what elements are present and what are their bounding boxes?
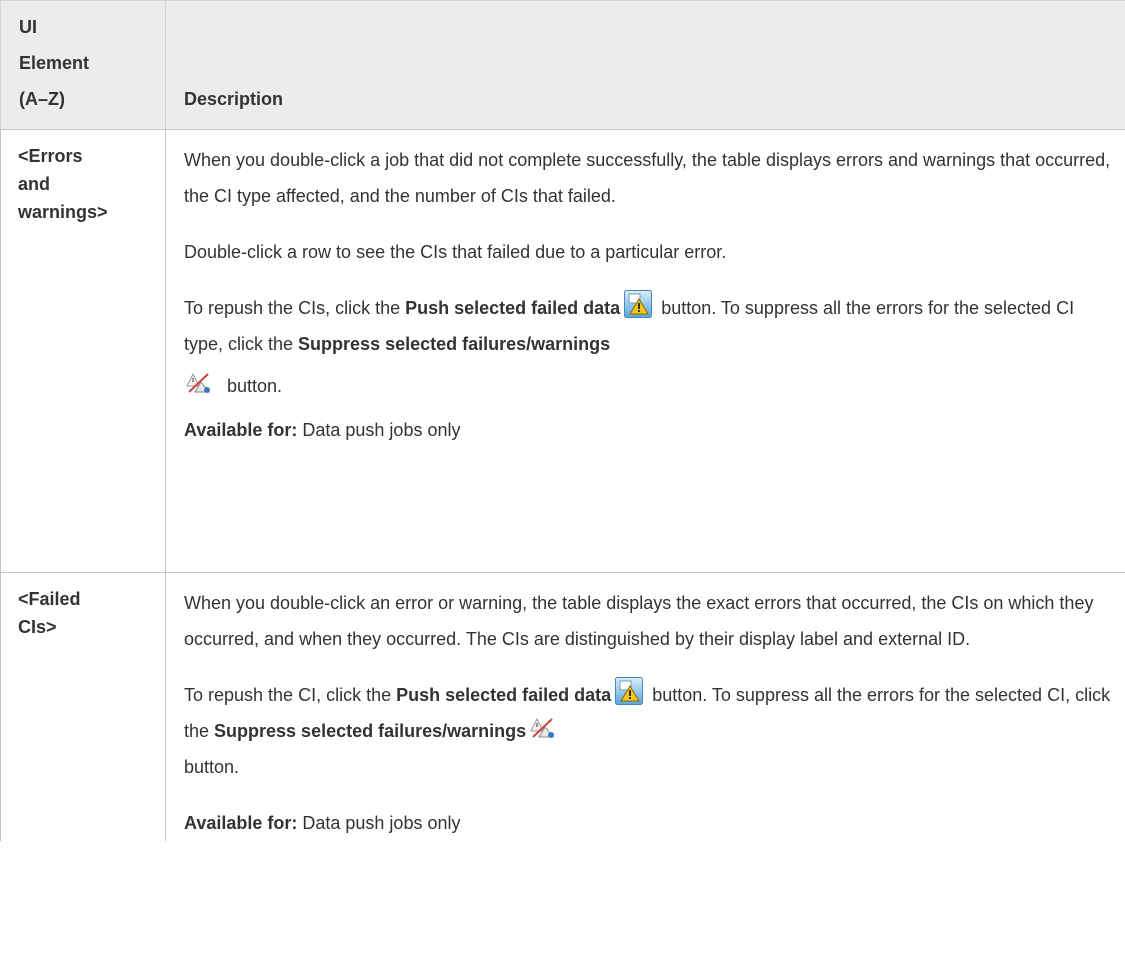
header-col1-line1: UI [19,17,37,37]
text-run: button. [184,757,240,777]
text-run: To repush the CIs, click the [184,298,406,318]
description-cell: When you double-click a job that did not… [165,129,1125,573]
table-header-row: UI Element (A–Z) Description [0,0,1125,130]
text-run: button. [222,376,283,396]
table-row: <Errors and warnings> When you double-clic… [0,129,1125,573]
availability-value: Data push jobs only [297,420,461,440]
header-description: Description [165,0,1125,130]
header-ui-element: UI Element (A–Z) [0,0,166,130]
suppress-failures-icon[interactable] [186,372,212,394]
ui-elements-table: UI Element (A–Z) Description <Errors and war… [0,0,1125,841]
description-paragraph: To repush the CI, click the Push selecte… [184,677,1114,785]
description-cell: When you double-click an error or warnin… [166,573,1125,842]
availability-paragraph: Available for: Data push jobs only [184,412,1114,448]
availability-label: Available for: [184,813,298,833]
availability-paragraph: Available for: Data push jobs only [184,805,1114,841]
push-button-label: Push selected failed data [396,685,612,705]
availability-label: Available for: [184,420,298,440]
element-line: warnings> [18,202,108,222]
description-paragraph: Double-click a row to see the CIs that f… [184,242,727,262]
push-failed-data-icon[interactable] [624,290,653,318]
element-line: <Errors [18,146,83,166]
text-run: To repush the CI, click the [184,685,397,705]
suppress-button-label: Suppress selected failures/warnings [298,334,611,354]
suppress-failures-icon[interactable] [530,717,556,739]
description-paragraph: When you double-click a job that did not… [184,150,1111,206]
element-cell: <Failed CIs> [0,572,166,841]
header-col2: Description [184,89,284,109]
table-row: <Failed CIs> When you double-click an err… [0,572,1125,842]
availability-value: Data push jobs only [297,813,461,833]
element-line: <Failed [18,589,81,609]
push-button-label: Push selected failed data [405,298,621,318]
header-col1-line3: (A–Z) [19,89,65,109]
element-line: and [18,174,51,194]
push-failed-data-icon[interactable] [615,677,644,705]
description-paragraph: To repush the CIs, click the Push select… [184,290,1114,404]
header-col1-line2: Element [19,53,90,73]
element-line: CIs> [18,617,57,637]
suppress-button-label: Suppress selected failures/warnings [214,721,527,741]
description-paragraph: When you double-click an error or warnin… [184,593,1094,649]
element-cell: <Errors and warnings> [0,129,166,573]
